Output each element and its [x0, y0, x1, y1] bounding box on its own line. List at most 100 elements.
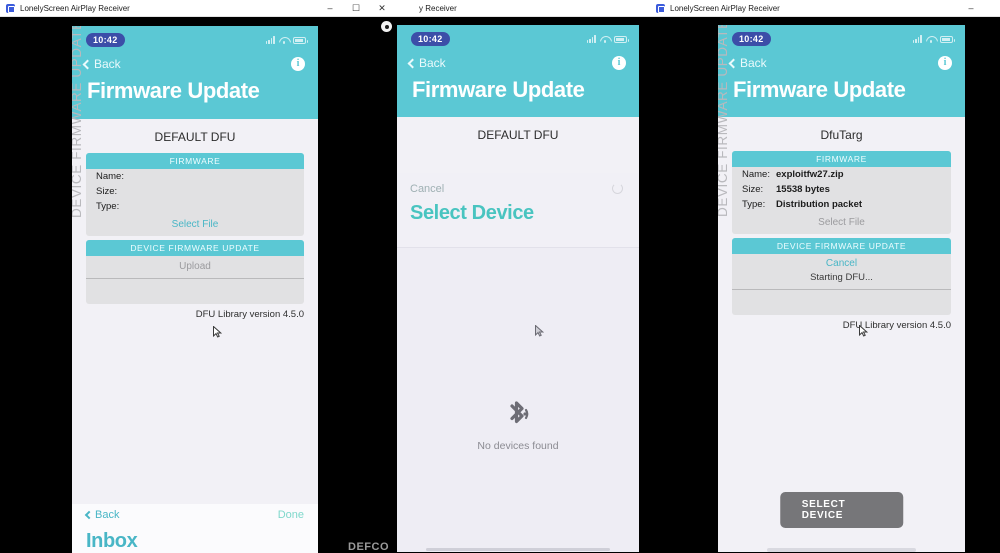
panel3-nav-bar: Back i	[718, 46, 965, 70]
battery-icon-2	[614, 35, 629, 43]
firmware-size-label-3: Size:	[742, 184, 764, 195]
panel1-nav-bar: Back i	[72, 47, 318, 71]
page-title: Firmware Update	[87, 78, 260, 103]
page-title-3: Firmware Update	[733, 77, 906, 102]
firmware-size-label: Size:	[96, 186, 118, 197]
dfu-cancel-button[interactable]: Cancel	[732, 254, 951, 271]
minimize-button-3[interactable]: –	[958, 0, 984, 16]
select-file-button[interactable]: Select File	[86, 214, 304, 236]
window-titlebar-2: y Receiver	[385, 0, 640, 17]
chevron-left-icon-3	[728, 58, 739, 68]
select-device-sheet: Cancel Select Device No devices found	[397, 173, 639, 552]
home-indicator-2	[426, 548, 610, 551]
back-button-3[interactable]: Back	[728, 56, 767, 70]
back-button-2[interactable]: Back	[407, 56, 446, 70]
lonelyscreen-app-icon-3	[656, 3, 665, 13]
firmware-type-label-3: Type:	[742, 199, 766, 210]
panel1-header: 10:42 Back i Firmware Update	[72, 26, 318, 119]
firmware-card-header-3: FIRMWARE	[732, 151, 951, 167]
mouse-cursor-2	[535, 325, 544, 337]
minimize-button[interactable]: –	[317, 0, 343, 16]
signal-icon-2	[586, 35, 596, 43]
sheet-cancel-button[interactable]: Cancel	[410, 183, 444, 195]
dfu-version-label: DFU Library version 4.5.0	[195, 309, 304, 320]
firmware-size-value-3: 15538 bytes	[776, 184, 830, 195]
phone-mirror-panel-2: 10:42 Back i Firmware Update DEFAULT DFU…	[397, 25, 639, 552]
dfu-version-label-3: DFU Library version 4.5.0	[842, 320, 951, 331]
window-controls-1: – ☐ ✕	[317, 0, 395, 16]
chevron-left-icon-bottom	[84, 510, 94, 520]
lonelyscreen-app-icon	[6, 3, 15, 13]
gear-icon-center	[384, 24, 389, 29]
page-title-2: Firmware Update	[412, 77, 585, 102]
titlebar-3-pad	[984, 0, 1000, 16]
back-label: Back	[94, 57, 121, 71]
device-list-area: No devices found	[397, 247, 639, 552]
window-title-3: LonelyScreen AirPlay Receiver	[670, 3, 780, 13]
firmware-name-value-3: exploitfw27.zip	[776, 169, 844, 180]
dfu-card-3: DEVICE FIRMWARE UPDATE Cancel Starting D…	[732, 238, 951, 315]
firmware-row-type: Type:	[86, 199, 304, 214]
device-name-label-2: DEFAULT DFU	[477, 128, 559, 142]
sheet-title: Select Device	[410, 202, 534, 224]
firmware-card-header: FIRMWARE	[86, 153, 304, 169]
empty-state: No devices found	[397, 398, 639, 452]
info-icon-2[interactable]: i	[612, 56, 626, 70]
panel2-nav-bar: Back i	[397, 46, 639, 70]
status-icons-2	[586, 35, 629, 44]
firmware-name-label: Name:	[96, 171, 124, 182]
wifi-icon	[279, 36, 289, 45]
mouse-cursor-3	[859, 325, 868, 337]
panel1-bottom-bar: Back Done Inbox	[72, 504, 318, 553]
firmware-type-label: Type:	[96, 201, 120, 212]
panel1-status-bar: 10:42	[72, 26, 318, 47]
mouse-cursor-1	[213, 326, 222, 338]
panel2-header: 10:42 Back i Firmware Update	[397, 25, 639, 117]
dfu-card-header: DEVICE FIRMWARE UPDATE	[86, 240, 304, 256]
select-file-button-3[interactable]: Select File	[732, 212, 951, 234]
inbox-nav-row: Back Done	[72, 504, 318, 526]
loading-spinner-icon	[612, 183, 623, 194]
status-time-3: 10:42	[732, 32, 771, 46]
status-icons	[265, 36, 308, 45]
status-time: 10:42	[86, 33, 125, 47]
back-button[interactable]: Back	[82, 57, 121, 71]
window-controls-3: –	[958, 0, 1000, 16]
chevron-left-icon-2	[407, 58, 418, 68]
device-name-label: DEFAULT DFU	[154, 130, 236, 144]
vertical-section-label-3: DEVICE FIRMWARE UPDATE	[718, 25, 730, 217]
window-titlebar-1: LonelyScreen AirPlay Receiver – ☐ ✕	[0, 0, 395, 17]
firmware-type-value-3: Distribution packet	[776, 199, 863, 210]
firmware-row-type-3: Type: Distribution packet	[732, 197, 951, 212]
done-button[interactable]: Done	[278, 509, 304, 521]
panel3-status-bar: 10:42	[718, 25, 965, 46]
chevron-left-icon	[82, 59, 93, 69]
sheet-header-row: Cancel	[397, 173, 639, 195]
dfu-progress-area-3	[732, 290, 951, 315]
panel2-status-bar: 10:42	[397, 25, 639, 46]
firmware-row-name: Name:	[86, 169, 304, 184]
dfu-progress-area	[86, 279, 304, 304]
phone-mirror-panel-3: 10:42 Back i Firmware Update DfuTarg FIR…	[718, 25, 965, 552]
info-icon[interactable]: i	[291, 57, 305, 71]
back-label-2: Back	[419, 56, 446, 70]
select-device-button[interactable]: SELECT DEVICE	[779, 492, 904, 528]
gear-icon[interactable]	[381, 21, 392, 32]
info-icon-3[interactable]: i	[938, 56, 952, 70]
maximize-button[interactable]: ☐	[343, 0, 369, 16]
vertical-section-label: DEVICE FIRMWARE UPDATE	[72, 26, 84, 218]
home-indicator-3	[767, 548, 916, 552]
upload-button[interactable]: Upload	[86, 256, 304, 278]
inbox-back-button[interactable]: Back	[84, 509, 120, 521]
dfu-card-header-3: DEVICE FIRMWARE UPDATE	[732, 238, 951, 254]
firmware-row-name-3: Name: exploitfw27.zip	[732, 167, 951, 182]
signal-icon	[265, 36, 275, 44]
bluetooth-icon	[501, 398, 535, 432]
firmware-name-label-3: Name:	[742, 169, 770, 180]
desktop-screen: LonelyScreen AirPlay Receiver – ☐ ✕ y Re…	[0, 0, 1000, 553]
window-titlebar-3: LonelyScreen AirPlay Receiver –	[632, 0, 1000, 17]
battery-icon	[293, 36, 308, 44]
inbox-back-label: Back	[95, 509, 120, 521]
firmware-card: FIRMWARE Name: Size: Type: Select File	[86, 153, 304, 236]
firmware-row-size-3: Size: 15538 bytes	[732, 182, 951, 197]
